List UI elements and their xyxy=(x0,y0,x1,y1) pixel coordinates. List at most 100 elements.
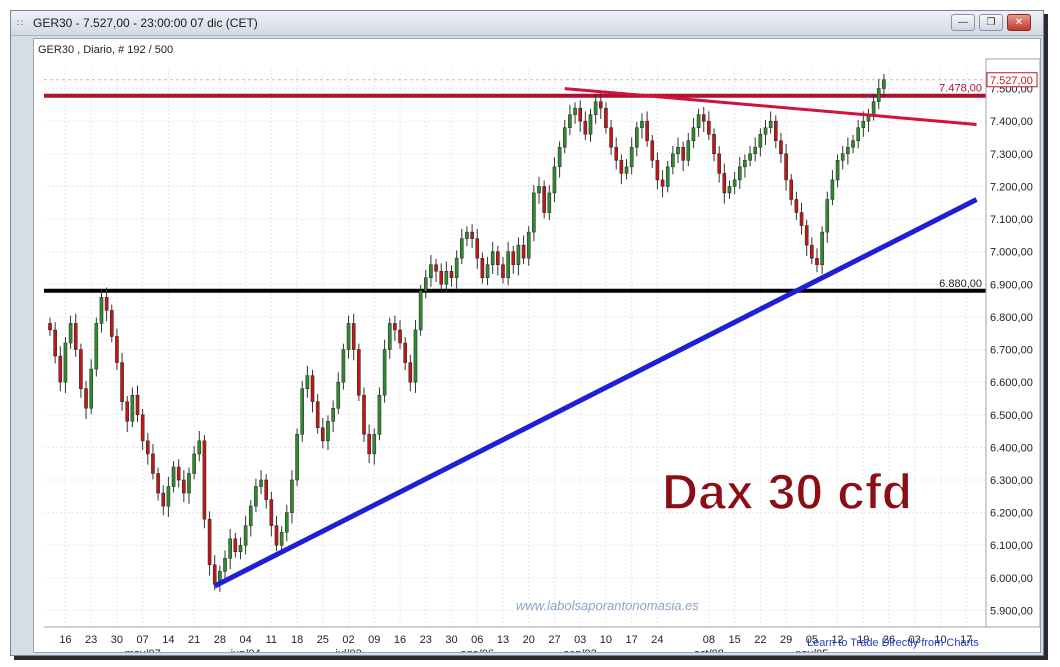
candle-body xyxy=(73,323,78,350)
candle-body xyxy=(506,251,510,279)
candle-body xyxy=(707,120,711,135)
candle-body xyxy=(650,140,655,161)
candle-body xyxy=(94,323,99,370)
minimize-button[interactable]: — xyxy=(951,14,975,31)
candle-body xyxy=(140,414,145,442)
candle-body xyxy=(89,368,93,409)
candle-body xyxy=(846,147,850,155)
title-bar[interactable]: ∷ GER30 - 7.527,00 - 23:00:00 07 dic (CE… xyxy=(11,11,1043,36)
candle-body xyxy=(449,270,454,279)
candle-body xyxy=(321,427,325,442)
x-tick-label: 16 xyxy=(59,634,71,646)
candle-body xyxy=(254,486,258,507)
candle-body xyxy=(676,147,680,155)
candle-body xyxy=(583,120,588,135)
y-tick-label: 6.900,00 xyxy=(990,279,1033,291)
candle-body xyxy=(732,179,737,187)
candle-body xyxy=(326,421,330,442)
candle-body xyxy=(830,179,835,200)
candle-body xyxy=(665,166,670,187)
candle-body xyxy=(53,329,57,357)
x-tick-label: 22 xyxy=(754,634,766,646)
candle-body xyxy=(310,375,315,402)
overlay-title: Dax 30 cfd xyxy=(662,464,912,520)
candle-body xyxy=(243,525,248,546)
x-tick-label: 23 xyxy=(420,634,432,646)
candle-body xyxy=(48,323,52,331)
candle-body xyxy=(660,179,665,187)
candle-body xyxy=(120,362,124,402)
y-tick-label: 6.300,00 xyxy=(990,475,1033,487)
candle-body xyxy=(475,238,480,259)
candle-body xyxy=(109,310,114,337)
chart-area[interactable]: GER30 , Diario, # 192 / 500 7.478,00 6.88… xyxy=(33,38,1041,660)
candle-body xyxy=(331,407,335,422)
candle-body xyxy=(532,192,536,233)
chart-window-icon: ∷ xyxy=(17,18,23,28)
x-tick-label: 24 xyxy=(651,634,663,646)
x-month-label: may/07 xyxy=(125,648,161,652)
candle-body xyxy=(547,192,552,213)
candle-body xyxy=(820,231,824,265)
candle-body xyxy=(871,101,876,115)
candle-body xyxy=(465,231,469,239)
candle-body xyxy=(99,297,104,324)
candle-body xyxy=(274,525,279,546)
candle-body xyxy=(825,199,830,233)
maximize-button[interactable]: ❐ xyxy=(979,14,1003,31)
candle-body xyxy=(568,114,572,128)
candle-body xyxy=(604,107,608,128)
x-tick-label: 06 xyxy=(471,634,483,646)
candle-body xyxy=(104,297,109,311)
x-tick-label: 27 xyxy=(548,634,560,646)
candle-body xyxy=(737,166,742,181)
candle-body xyxy=(619,160,624,174)
x-tick-label: 30 xyxy=(111,634,123,646)
candle-body xyxy=(717,153,721,174)
current-price-label: 7.527,00 xyxy=(990,75,1033,87)
y-tick-label: 6.200,00 xyxy=(990,508,1033,520)
x-tick-label: 10 xyxy=(600,634,612,646)
candle-body xyxy=(248,505,253,526)
candlestick-chart[interactable]: GER30 , Diario, # 192 / 500 7.478,00 6.88… xyxy=(34,39,1041,660)
candle-body xyxy=(434,264,438,272)
x-tick-label: 18 xyxy=(291,634,303,646)
y-tick-label: 7.200,00 xyxy=(990,181,1033,193)
candle-body xyxy=(135,394,140,416)
x-tick-label: 04 xyxy=(239,634,251,646)
candle-body xyxy=(398,329,402,344)
candle-body xyxy=(439,270,444,285)
x-tick-label: 23 xyxy=(85,634,97,646)
candle-body xyxy=(460,238,464,259)
candle-body xyxy=(290,479,294,513)
candle-body xyxy=(454,257,459,279)
x-tick-label: 15 xyxy=(728,634,740,646)
candle-body xyxy=(367,434,371,455)
candle-body xyxy=(490,251,495,265)
candle-body xyxy=(501,264,505,279)
candle-body xyxy=(202,440,207,520)
level-label: 6.880,00 xyxy=(939,278,982,290)
candle-body xyxy=(609,127,613,148)
candle-body xyxy=(614,147,619,161)
x-tick-label: 17 xyxy=(626,634,638,646)
y-tick-label: 7.400,00 xyxy=(990,116,1033,128)
x-tick-label: 11 xyxy=(266,634,277,646)
candle-body xyxy=(233,538,238,553)
candle-body xyxy=(146,440,150,455)
candle-body xyxy=(408,362,413,383)
candle-body xyxy=(125,401,130,422)
x-tick-label: 30 xyxy=(445,634,457,646)
candle-body xyxy=(758,133,763,148)
x-tick-label: 03 xyxy=(574,634,586,646)
candle-body xyxy=(727,186,732,194)
candle-body xyxy=(640,120,644,128)
candle-body xyxy=(305,375,310,389)
candle-body xyxy=(300,388,305,435)
y-tick-label: 7.300,00 xyxy=(990,149,1033,161)
footer-link[interactable]: Learn to Trade Directly from Charts xyxy=(807,637,979,649)
candle-body xyxy=(197,440,202,455)
candle-body xyxy=(593,101,598,115)
close-button[interactable]: ✕ xyxy=(1007,14,1031,31)
x-month-label: jul/02 xyxy=(334,648,361,652)
